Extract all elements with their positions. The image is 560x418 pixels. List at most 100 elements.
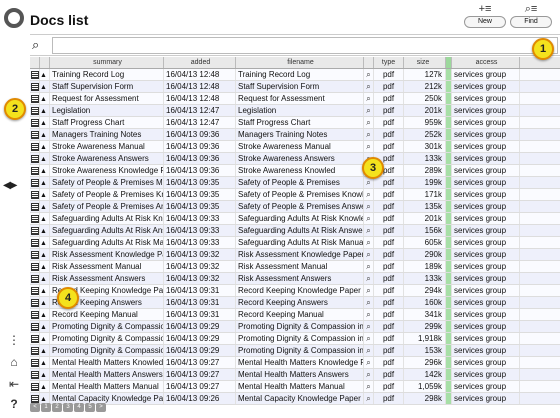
magnifier-icon[interactable]: ⌕ [366, 370, 370, 379]
table-row[interactable]: ▲ Record Keeping Answers 16/04/13 09:31 Rec… [30, 297, 560, 309]
sort-triangle-icon[interactable]: ▲ [40, 334, 47, 344]
document-icon[interactable] [31, 287, 39, 295]
document-icon[interactable] [31, 383, 39, 391]
table-row[interactable]: ▲Promoting Dignity & Compassion in Care … [30, 321, 560, 333]
magnifier-icon[interactable]: ⌕ [366, 118, 370, 127]
magnifier-icon[interactable]: ⌕ [366, 238, 370, 247]
document-icon[interactable] [31, 323, 39, 331]
sort-triangle-icon[interactable]: ▲ [40, 250, 47, 260]
column-type[interactable]: type [374, 57, 404, 68]
magnifier-icon[interactable]: ⌕ [366, 334, 370, 343]
column-added[interactable]: added [164, 57, 236, 68]
sort-triangle-icon[interactable]: ▲ [40, 322, 47, 332]
magnifier-icon[interactable]: ⌕ [366, 190, 370, 199]
sort-triangle-icon[interactable]: ▲ [40, 142, 47, 152]
document-icon[interactable] [31, 155, 39, 163]
table-row[interactable]: ▲Promoting Dignity & Compassion in Care … [30, 345, 560, 357]
document-icon[interactable] [31, 107, 39, 115]
sort-triangle-icon[interactable]: ▲ [40, 262, 47, 272]
sort-triangle-icon[interactable]: ▲ [40, 118, 47, 128]
column-summary[interactable]: summary [50, 57, 164, 68]
document-icon[interactable] [31, 227, 39, 235]
find-action[interactable]: ⌕≡ Find [510, 2, 552, 28]
pager-button[interactable]: 5 [85, 403, 95, 412]
table-row[interactable]: ▲ Mental Health Matters Manual 16/04/13 09… [30, 381, 560, 393]
magnifier-icon[interactable]: ⌕ [366, 298, 370, 307]
table-row[interactable]: ▲Stroke Awareness Knowledge Paper16/04/1… [30, 165, 560, 177]
logout-icon[interactable]: ⇤ [6, 376, 22, 392]
column-filename[interactable]: filename [236, 57, 364, 68]
magnifier-icon[interactable]: ⌕ [366, 94, 370, 103]
sort-triangle-icon[interactable]: ▲ [40, 298, 47, 308]
document-icon[interactable] [31, 347, 39, 355]
table-row[interactable]: ▲ Safety of People & Premises Manual16/04… [30, 177, 560, 189]
magnifier-icon[interactable]: ⌕ [366, 394, 370, 403]
table-row[interactable]: ▲ Risk Assessment Answers 16/04/13 09:32 Ri… [30, 273, 560, 285]
document-icon[interactable] [31, 119, 39, 127]
document-icon[interactable] [31, 359, 39, 367]
tree-icon[interactable]: ⋮ [6, 332, 22, 348]
pager-button[interactable]: 4 [74, 403, 84, 412]
table-row[interactable]: ▲ Mental Capacity Knowledge Paper 16/04/13… [30, 393, 560, 405]
sort-triangle-icon[interactable]: ▲ [40, 310, 47, 320]
table-row[interactable]: ▲ Stroke Awareness Manual 16/04/13 09:36 St… [30, 141, 560, 153]
table-row[interactable]: ▲ Safeguarding Adults At Risk Knowledge P… [30, 213, 560, 225]
document-icon[interactable] [31, 191, 39, 199]
magnifier-icon[interactable]: ⌕ [366, 82, 370, 91]
pager-button[interactable]: 2 [52, 403, 62, 412]
sort-triangle-icon[interactable]: ▲ [40, 370, 47, 380]
table-row[interactable]: ▲ Safeguarding Adults At Risk Manual16/04… [30, 237, 560, 249]
magnifier-icon[interactable]: ⌕ [366, 310, 370, 319]
document-icon[interactable] [31, 239, 39, 247]
sort-triangle-icon[interactable]: ▲ [40, 274, 47, 284]
find-button[interactable]: Find [510, 16, 552, 28]
search-icon[interactable]: ⌕ [32, 37, 39, 53]
magnifier-icon[interactable]: ⌕ [366, 346, 370, 355]
sort-triangle-icon[interactable]: ▲ [40, 154, 47, 164]
table-row[interactable]: ▲ Managers Training Notes 16/04/13 09:36 Ma… [30, 129, 560, 141]
new-action[interactable]: +≡ New [464, 2, 506, 28]
sort-triangle-icon[interactable]: ▲ [40, 166, 47, 176]
document-icon[interactable] [31, 179, 39, 187]
table-row[interactable]: ▲ Record Keeping Knowledge Paper 16/04/13 … [30, 285, 560, 297]
pager-button[interactable]: < [30, 403, 40, 412]
sort-triangle-icon[interactable]: ▲ [40, 358, 47, 368]
magnifier-icon[interactable]: ⌕ [366, 286, 370, 295]
document-icon[interactable] [31, 263, 39, 271]
document-icon[interactable] [31, 83, 39, 91]
table-row[interactable]: ▲ Legislation 16/04/13 12:47 Legislation ⌕ pd… [30, 105, 560, 117]
document-icon[interactable] [31, 71, 39, 79]
new-button[interactable]: New [464, 16, 506, 28]
pager-button[interactable]: 1 [41, 403, 51, 412]
sort-triangle-icon[interactable]: ▲ [40, 382, 47, 392]
document-icon[interactable] [31, 371, 39, 379]
sort-triangle-icon[interactable]: ▲ [40, 286, 47, 296]
table-row[interactable]: ▲ Risk Assessment Knowledge Paper16/04/13… [30, 249, 560, 261]
column-size[interactable]: size [404, 57, 446, 68]
sort-triangle-icon[interactable]: ▲ [40, 70, 47, 80]
document-icon[interactable] [31, 131, 39, 139]
magnifier-icon[interactable]: ⌕ [366, 382, 370, 391]
table-row[interactable]: ▲Safety of People & Premises Knowledge P… [30, 189, 560, 201]
magnifier-icon[interactable]: ⌕ [366, 274, 370, 283]
table-row[interactable]: ▲ Stroke Awareness Answers 16/04/13 09:36 S… [30, 153, 560, 165]
magnifier-icon[interactable]: ⌕ [366, 130, 370, 139]
pager-button[interactable]: 3 [63, 403, 73, 412]
document-icon[interactable] [31, 251, 39, 259]
magnifier-icon[interactable]: ⌕ [366, 70, 370, 79]
table-row[interactable]: ▲ Staff Supervision Form 16/04/13 12:48 Sta… [30, 81, 560, 93]
table-row[interactable]: ▲ Training Record Log 16/04/13 12:48 Traini… [30, 69, 560, 81]
magnifier-icon[interactable]: ⌕ [366, 202, 370, 211]
document-icon[interactable] [31, 311, 39, 319]
sort-triangle-icon[interactable]: ▲ [40, 106, 47, 116]
pager-button[interactable]: > [96, 403, 106, 412]
document-icon[interactable] [31, 95, 39, 103]
sort-triangle-icon[interactable]: ▲ [40, 346, 47, 356]
table-row[interactable]: ▲ Safeguarding Adults At Risk Answers16/0… [30, 225, 560, 237]
sort-triangle-icon[interactable]: ▲ [40, 214, 47, 224]
magnifier-icon[interactable]: ⌕ [366, 142, 370, 151]
sort-triangle-icon[interactable]: ▲ [40, 94, 47, 104]
table-row[interactable]: ▲ Mental Health Matters Answers 16/04/13 0… [30, 369, 560, 381]
magnifier-icon[interactable]: ⌕ [366, 178, 370, 187]
table-row[interactable]: ▲ Mental Health Matters Knowledge Paper16… [30, 357, 560, 369]
